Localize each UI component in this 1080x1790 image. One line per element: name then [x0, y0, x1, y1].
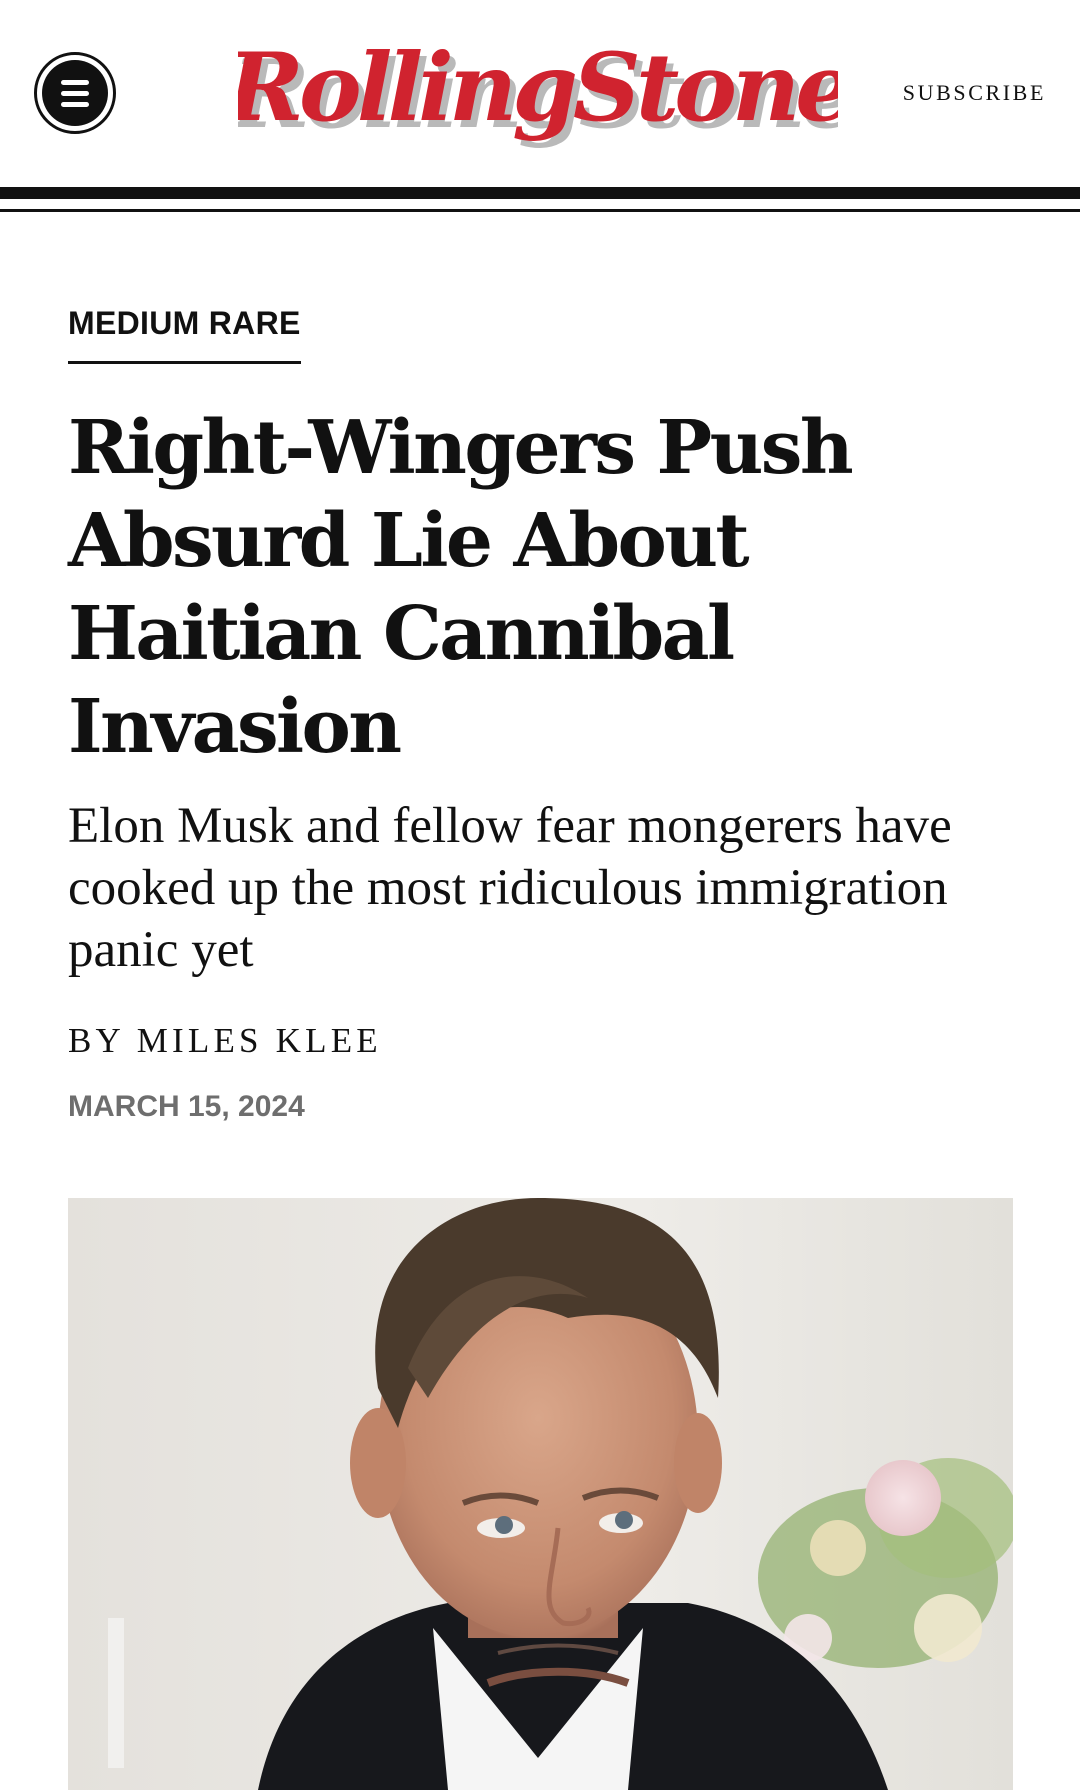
rolling-stone-logo[interactable]: RollingStone RollingStone	[238, 30, 838, 160]
hamburger-menu-icon	[42, 60, 108, 126]
byline-prefix: BY	[68, 1021, 124, 1060]
section-kicker[interactable]: MEDIUM RARE	[68, 305, 301, 365]
logo-wordmark: RollingStone	[238, 33, 838, 143]
publish-date: MARCH 15, 2024	[68, 1090, 305, 1123]
menu-button[interactable]	[34, 52, 116, 134]
header-divider-thin	[0, 209, 1080, 212]
article-headline: Right-Wingers Push Absurd Lie About Hait…	[68, 405, 854, 770]
site-header: RollingStone RollingStone SUBSCRIBE	[0, 0, 1080, 186]
byline: BY MILES KLEE	[68, 1021, 382, 1061]
portrait-illustration	[68, 1198, 1013, 1790]
article-dek: Elon Musk and fellow fear mongerers have…	[68, 798, 952, 978]
author-link[interactable]: MILES KLEE	[137, 1021, 382, 1060]
lead-photo	[68, 1198, 1013, 1790]
subscribe-link[interactable]: SUBSCRIBE	[903, 80, 1046, 106]
header-divider-thick	[0, 187, 1080, 199]
